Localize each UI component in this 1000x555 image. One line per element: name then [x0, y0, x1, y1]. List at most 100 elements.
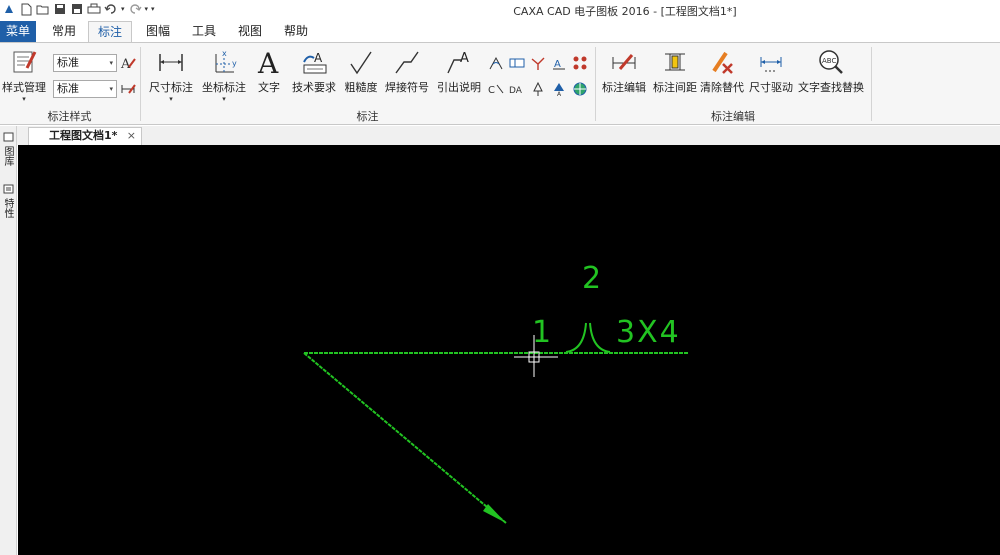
dim-edit-button[interactable]: 标注编辑 — [600, 47, 648, 95]
svg-text:A: A — [460, 51, 469, 66]
tab-view[interactable]: 视图 — [230, 21, 270, 42]
library-side-tab[interactable]: 图库 — [2, 132, 15, 166]
dim-label: 尺寸标注 — [149, 81, 193, 94]
side-panel-strip: 图库 特性 — [0, 126, 17, 555]
annotate-group-label: 标注 — [356, 110, 379, 123]
weld-upper-dimension[interactable]: 2 — [582, 261, 601, 296]
dim-spacing-label: 标注间距 — [653, 81, 697, 94]
svg-text:y: y — [232, 59, 237, 68]
coord-dim-label: 坐标标注 — [202, 81, 246, 94]
leader-button[interactable]: A 引出说明 — [434, 47, 484, 95]
text-button[interactable]: A 文字 — [252, 47, 286, 95]
svg-text:A: A — [554, 59, 561, 70]
ribbon: 样式管理 ▾ 标准 ▾ A 标准 ▾ 标注样式 尺寸标注 ▾ x y 坐标标注 … — [0, 42, 1000, 125]
chamfer-dim-icon[interactable]: C — [488, 81, 504, 97]
text-label: 文字 — [258, 81, 280, 94]
svg-text:A: A — [314, 51, 323, 65]
style-manage-icon — [2, 47, 46, 77]
text-icon: A — [252, 47, 286, 77]
style-group-label: 标注样式 — [47, 110, 92, 123]
text-align-icon[interactable]: DA — [509, 81, 525, 97]
clear-override-button[interactable]: 清除替代 — [698, 47, 746, 95]
text-find-replace-button[interactable]: ABC 文字查找替换 — [797, 47, 865, 95]
svg-text:ABC: ABC — [822, 57, 836, 65]
leader-arrow — [483, 504, 506, 523]
coordinate-dimension-icon: xy — [199, 47, 249, 77]
marker-icon[interactable] — [530, 81, 546, 97]
tech-requirement-icon: A — [289, 47, 339, 77]
svg-text:A: A — [120, 57, 131, 71]
svg-text:A: A — [257, 47, 279, 77]
text-style-icon[interactable]: A — [120, 55, 136, 71]
leader-line[interactable] — [303, 352, 507, 524]
ribbon-tabs: 菜单 常用 标注 图幅 工具 视图 帮助 — [0, 20, 1000, 42]
dim-edit-label: 标注编辑 — [602, 81, 646, 94]
weld-spec-text[interactable]: 3X4 — [616, 315, 681, 350]
document-tab-bar: 工程图文档1* × — [0, 126, 1000, 145]
roughness-icon — [342, 47, 380, 77]
style-manage-button[interactable]: 样式管理 ▾ — [2, 47, 46, 103]
group-divider — [871, 47, 872, 121]
svg-text:C: C — [488, 85, 495, 96]
svg-text:x: x — [222, 49, 227, 58]
dim-spacing-icon — [651, 47, 699, 77]
clear-override-icon — [698, 47, 746, 77]
tab-menu[interactable]: 菜单 — [0, 21, 36, 42]
text-find-replace-label: 文字查找替换 — [798, 81, 864, 94]
dim-style-combo[interactable]: 标准 ▾ — [53, 80, 117, 98]
properties-side-tab[interactable]: 特性 — [2, 184, 15, 218]
window-title: CAXA CAD 电子图板 2016 - [工程图文档1*] — [513, 5, 737, 18]
dim-drive-icon — [746, 47, 796, 77]
center-mark-icon[interactable] — [572, 81, 588, 97]
weld-symbol-icon — [383, 47, 431, 77]
dim-spacing-button[interactable]: 标注间距 — [651, 47, 699, 95]
chevron-down-icon: ▾ — [169, 95, 173, 103]
weld-label: 焊接符号 — [385, 81, 429, 94]
angle-dim-icon[interactable] — [488, 55, 504, 71]
svg-text:A: A — [557, 91, 562, 97]
document-tab-title: 工程图文档1* — [49, 129, 118, 142]
tech-req-button[interactable]: A 技术要求 — [289, 47, 339, 95]
tab-help[interactable]: 帮助 — [276, 21, 316, 42]
leader-label: 引出说明 — [437, 81, 481, 94]
roughness-button[interactable]: 粗糙度 — [342, 47, 380, 95]
dim-style-value: 标准 — [57, 82, 79, 95]
leader-icon: A — [434, 47, 484, 77]
chevron-down-icon: ▾ — [22, 95, 26, 103]
drawing-canvas[interactable]: 2 1 3X4 — [18, 145, 1000, 555]
tab-sheet[interactable]: 图幅 — [138, 21, 178, 42]
chevron-down-icon: ▾ — [109, 85, 113, 93]
library-icon — [3, 132, 14, 142]
document-tab[interactable]: 工程图文档1* × — [28, 127, 142, 145]
roughness-label: 粗糙度 — [344, 81, 378, 94]
tab-common[interactable]: 常用 — [44, 21, 84, 42]
svg-text:DA: DA — [509, 86, 523, 96]
close-icon[interactable]: × — [127, 128, 136, 144]
tab-tools[interactable]: 工具 — [184, 21, 224, 42]
title-bar: ▾ ▾ ▾ CAXA CAD 电子图板 2016 - [工程图文档1*] — [0, 0, 1000, 20]
dim-drive-button[interactable]: 尺寸驱动 — [746, 47, 796, 95]
arrow-icon[interactable]: A — [551, 81, 567, 97]
dimension-icon — [146, 47, 196, 77]
find-replace-icon: ABC — [797, 47, 865, 77]
dim-drive-label: 尺寸驱动 — [749, 81, 793, 94]
weld-button[interactable]: 焊接符号 — [383, 47, 431, 95]
dim-style-icon[interactable] — [120, 81, 136, 97]
sectional-icon[interactable]: A — [551, 55, 567, 71]
chevron-down-icon: ▾ — [109, 59, 113, 67]
tech-req-label: 技术要求 — [292, 81, 336, 94]
coord-dim-button[interactable]: xy 坐标标注 ▾ — [199, 47, 249, 103]
tolerance-icon[interactable] — [509, 55, 525, 71]
text-style-value: 标准 — [57, 56, 79, 69]
center-hole-icon[interactable] — [572, 55, 588, 71]
cad-window: ▾ ▾ ▾ CAXA CAD 电子图板 2016 - [工程图文档1*] 菜单 … — [0, 0, 1000, 555]
text-style-combo[interactable]: 标准 ▾ — [53, 54, 117, 72]
drawing-svg — [303, 322, 688, 524]
dim-edit-icon — [600, 47, 648, 77]
datum-icon[interactable] — [530, 55, 546, 71]
weld-lower-dimension[interactable]: 1 — [532, 315, 551, 350]
tab-annotate[interactable]: 标注 — [88, 21, 132, 42]
library-label: 图库 — [2, 146, 13, 166]
chevron-down-icon: ▾ — [222, 95, 226, 103]
dim-button[interactable]: 尺寸标注 ▾ — [146, 47, 196, 103]
